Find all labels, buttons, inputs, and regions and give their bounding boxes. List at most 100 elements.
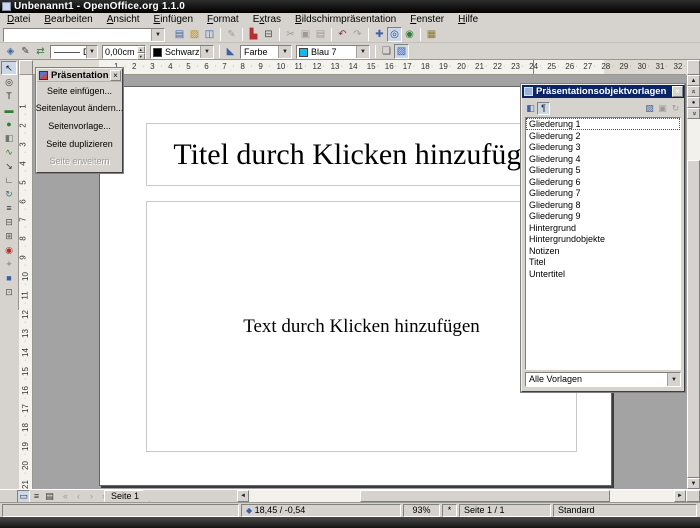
scroll-down-icon[interactable]: ▼ xyxy=(687,478,700,489)
style-item-gliederung-7[interactable]: Gliederung 7 xyxy=(526,187,680,199)
menu-einf-gen[interactable]: Einfügen xyxy=(147,13,200,26)
rotate-tool[interactable]: ↻ xyxy=(1,187,17,201)
select-tool[interactable]: ↖ xyxy=(1,61,17,75)
save-button[interactable]: ◫ xyxy=(202,27,217,42)
status-page-field[interactable]: Seite 1 / 1 xyxy=(459,504,551,517)
ellipse-tool[interactable]: ● xyxy=(1,117,17,131)
lines-arrows-tool[interactable]: ↘ xyxy=(1,159,17,173)
navigator-button[interactable]: ✚ xyxy=(372,27,387,42)
style-item-gliederung-1[interactable]: Gliederung 1 xyxy=(526,118,680,130)
edit-points-button[interactable]: ◈ xyxy=(3,44,18,59)
menu-fenster[interactable]: Fenster xyxy=(403,13,451,26)
style-item-hintergrundobjekte[interactable]: Hintergrundobjekte xyxy=(526,233,680,245)
insert-tool[interactable]: ⊞ xyxy=(1,229,17,243)
palette-item-seite-duplizieren[interactable]: Seite duplizieren xyxy=(37,135,122,153)
new-document-button[interactable]: ▤ xyxy=(172,27,187,42)
status-template-field[interactable]: Standard xyxy=(553,504,697,517)
palette-title-bar[interactable]: Präsentation × xyxy=(37,69,122,82)
undo-button[interactable]: ↶ xyxy=(335,27,350,42)
menu-extras[interactable]: Extras xyxy=(246,13,288,26)
menu-format[interactable]: Format xyxy=(200,13,246,26)
objects-3d-tool[interactable]: ◧ xyxy=(1,131,17,145)
3d-attributes-tool[interactable]: ■ xyxy=(1,271,17,285)
line-width-input[interactable]: 0,00cm ▲▼ xyxy=(102,45,146,59)
zoom-button[interactable]: ◎ xyxy=(387,27,402,42)
text-placeholder-frame[interactable]: Text durch Klicken hinzufügen xyxy=(146,201,577,452)
gallery-button[interactable]: ▦ xyxy=(424,27,439,42)
interaction-tool[interactable]: ◉ xyxy=(1,243,17,257)
scroll-up-icon[interactable]: ▲ xyxy=(687,75,700,86)
load-url-field[interactable]: ▼ xyxy=(3,28,165,42)
alignment-tool[interactable]: ≡ xyxy=(1,201,17,215)
spin-down-icon[interactable]: ▼ xyxy=(137,53,145,60)
vertical-ruler[interactable]: 1·2·3·4·5·6·7·8·9·10·11·12·13·14·15·16·1… xyxy=(19,75,33,489)
dropdown-arrow-icon[interactable]: ▼ xyxy=(86,46,97,58)
menu-datei[interactable]: Datei xyxy=(0,13,37,26)
previous-page-icon[interactable]: » xyxy=(687,86,700,97)
curve-tool[interactable]: ∿ xyxy=(1,145,17,159)
arrange-tool[interactable]: ⊟ xyxy=(1,215,17,229)
style-item-gliederung-4[interactable]: Gliederung 4 xyxy=(526,153,680,165)
dropdown-arrow-icon[interactable]: ▼ xyxy=(151,29,164,41)
export-pdf-button[interactable]: ▙ xyxy=(246,27,261,42)
menu-bearbeiten[interactable]: Bearbeiten xyxy=(37,13,99,26)
vertical-scrollbar[interactable]: ▲ » ● » ▼ xyxy=(687,60,700,489)
presentation-box-tool[interactable]: ⊡ xyxy=(1,285,17,299)
fill-format-mode-button[interactable]: ▨ xyxy=(643,102,656,115)
menu-ansicht[interactable]: Ansicht xyxy=(100,13,147,26)
style-item-gliederung-9[interactable]: Gliederung 9 xyxy=(526,210,680,222)
status-position-field[interactable]: ◆ 18,45 / -0,54 xyxy=(241,504,401,517)
style-item-gliederung-8[interactable]: Gliederung 8 xyxy=(526,199,680,211)
rectangle-tool[interactable]: ▬ xyxy=(1,103,17,117)
text-tool[interactable]: T xyxy=(1,89,17,103)
status-zoom-field[interactable]: 93% xyxy=(403,504,440,517)
style-item-gliederung-5[interactable]: Gliederung 5 xyxy=(526,164,680,176)
dropdown-arrow-icon[interactable]: ▼ xyxy=(200,46,213,58)
vertical-scroll-thumb[interactable] xyxy=(687,160,700,478)
fill-type-select[interactable]: Farbe ▼ xyxy=(240,45,292,59)
print-button[interactable]: ⊟ xyxy=(261,27,276,42)
horizontal-scroll-thumb[interactable] xyxy=(360,490,610,502)
menu-bildschirmpr-sentation[interactable]: Bildschirmpräsentation xyxy=(288,13,403,26)
close-icon[interactable]: × xyxy=(672,86,683,97)
menu-hilfe[interactable]: Hilfe xyxy=(451,13,485,26)
horizontal-ruler[interactable]: 1·2·3·4·5·6·7·8·9·10·11·12·13·14·15·16·1… xyxy=(33,60,686,75)
spin-up-icon[interactable]: ▲ xyxy=(137,46,145,53)
line-style-select[interactable]: D ▼ xyxy=(50,45,98,59)
dropdown-arrow-icon[interactable]: ▼ xyxy=(667,373,680,386)
graphic-styles-button[interactable]: ◧ xyxy=(524,102,537,115)
fill-color-select[interactable]: Blau 7 ▼ xyxy=(296,45,370,59)
style-item-gliederung-2[interactable]: Gliederung 2 xyxy=(526,130,680,142)
split-view-button[interactable] xyxy=(687,60,700,75)
title-placeholder-frame[interactable]: Titel durch Klicken hinzufügen xyxy=(146,123,577,186)
system-menu-icon[interactable] xyxy=(2,2,11,11)
stylist-title-bar[interactable]: Präsentationsobjektvorlagen × xyxy=(522,85,684,98)
line-color-select[interactable]: Schwarz ▼ xyxy=(150,45,214,59)
style-item-notizen[interactable]: Notizen xyxy=(526,245,680,257)
palette-item-seitenvorlage[interactable]: Seitenvorlage... xyxy=(37,117,122,135)
line-dialog-button[interactable]: ✎ xyxy=(18,44,33,59)
style-filter-select[interactable]: Alle Vorlagen ▼ xyxy=(525,372,681,387)
presentation-styles-button[interactable]: ¶ xyxy=(537,102,550,115)
zoom-tool[interactable]: ◎ xyxy=(1,75,17,89)
open-button[interactable]: ▨ xyxy=(187,27,202,42)
scroll-right-icon[interactable]: ► xyxy=(674,490,686,502)
next-page-icon[interactable]: » xyxy=(687,108,700,119)
arrow-ends-button[interactable]: ⇄ xyxy=(33,44,48,59)
horizontal-scrollbar[interactable] xyxy=(249,490,674,502)
area-fill-button[interactable]: ◣ xyxy=(223,44,238,59)
close-icon[interactable]: × xyxy=(110,70,121,81)
hyperlink-button[interactable]: ◉ xyxy=(402,27,417,42)
palette-item-seitenlayout-ndern[interactable]: Seitenlayout ändern... xyxy=(37,100,122,118)
page-tab[interactable]: Seite 1 xyxy=(104,490,150,502)
dropdown-arrow-icon[interactable]: ▼ xyxy=(278,46,291,58)
style-item-titel[interactable]: Titel xyxy=(526,256,680,268)
shadow-button[interactable]: ❏ xyxy=(379,44,394,59)
style-item-gliederung-6[interactable]: Gliederung 6 xyxy=(526,176,680,188)
style-item-hintergrund[interactable]: Hintergrund xyxy=(526,222,680,234)
navigation-icon[interactable]: ● xyxy=(687,97,700,108)
style-item-gliederung-3[interactable]: Gliederung 3 xyxy=(526,141,680,153)
status-modified-field[interactable]: * xyxy=(442,504,457,517)
preview-button[interactable]: ▧ xyxy=(394,44,409,59)
style-list[interactable]: Gliederung 1Gliederung 2Gliederung 3Glie… xyxy=(525,117,681,370)
